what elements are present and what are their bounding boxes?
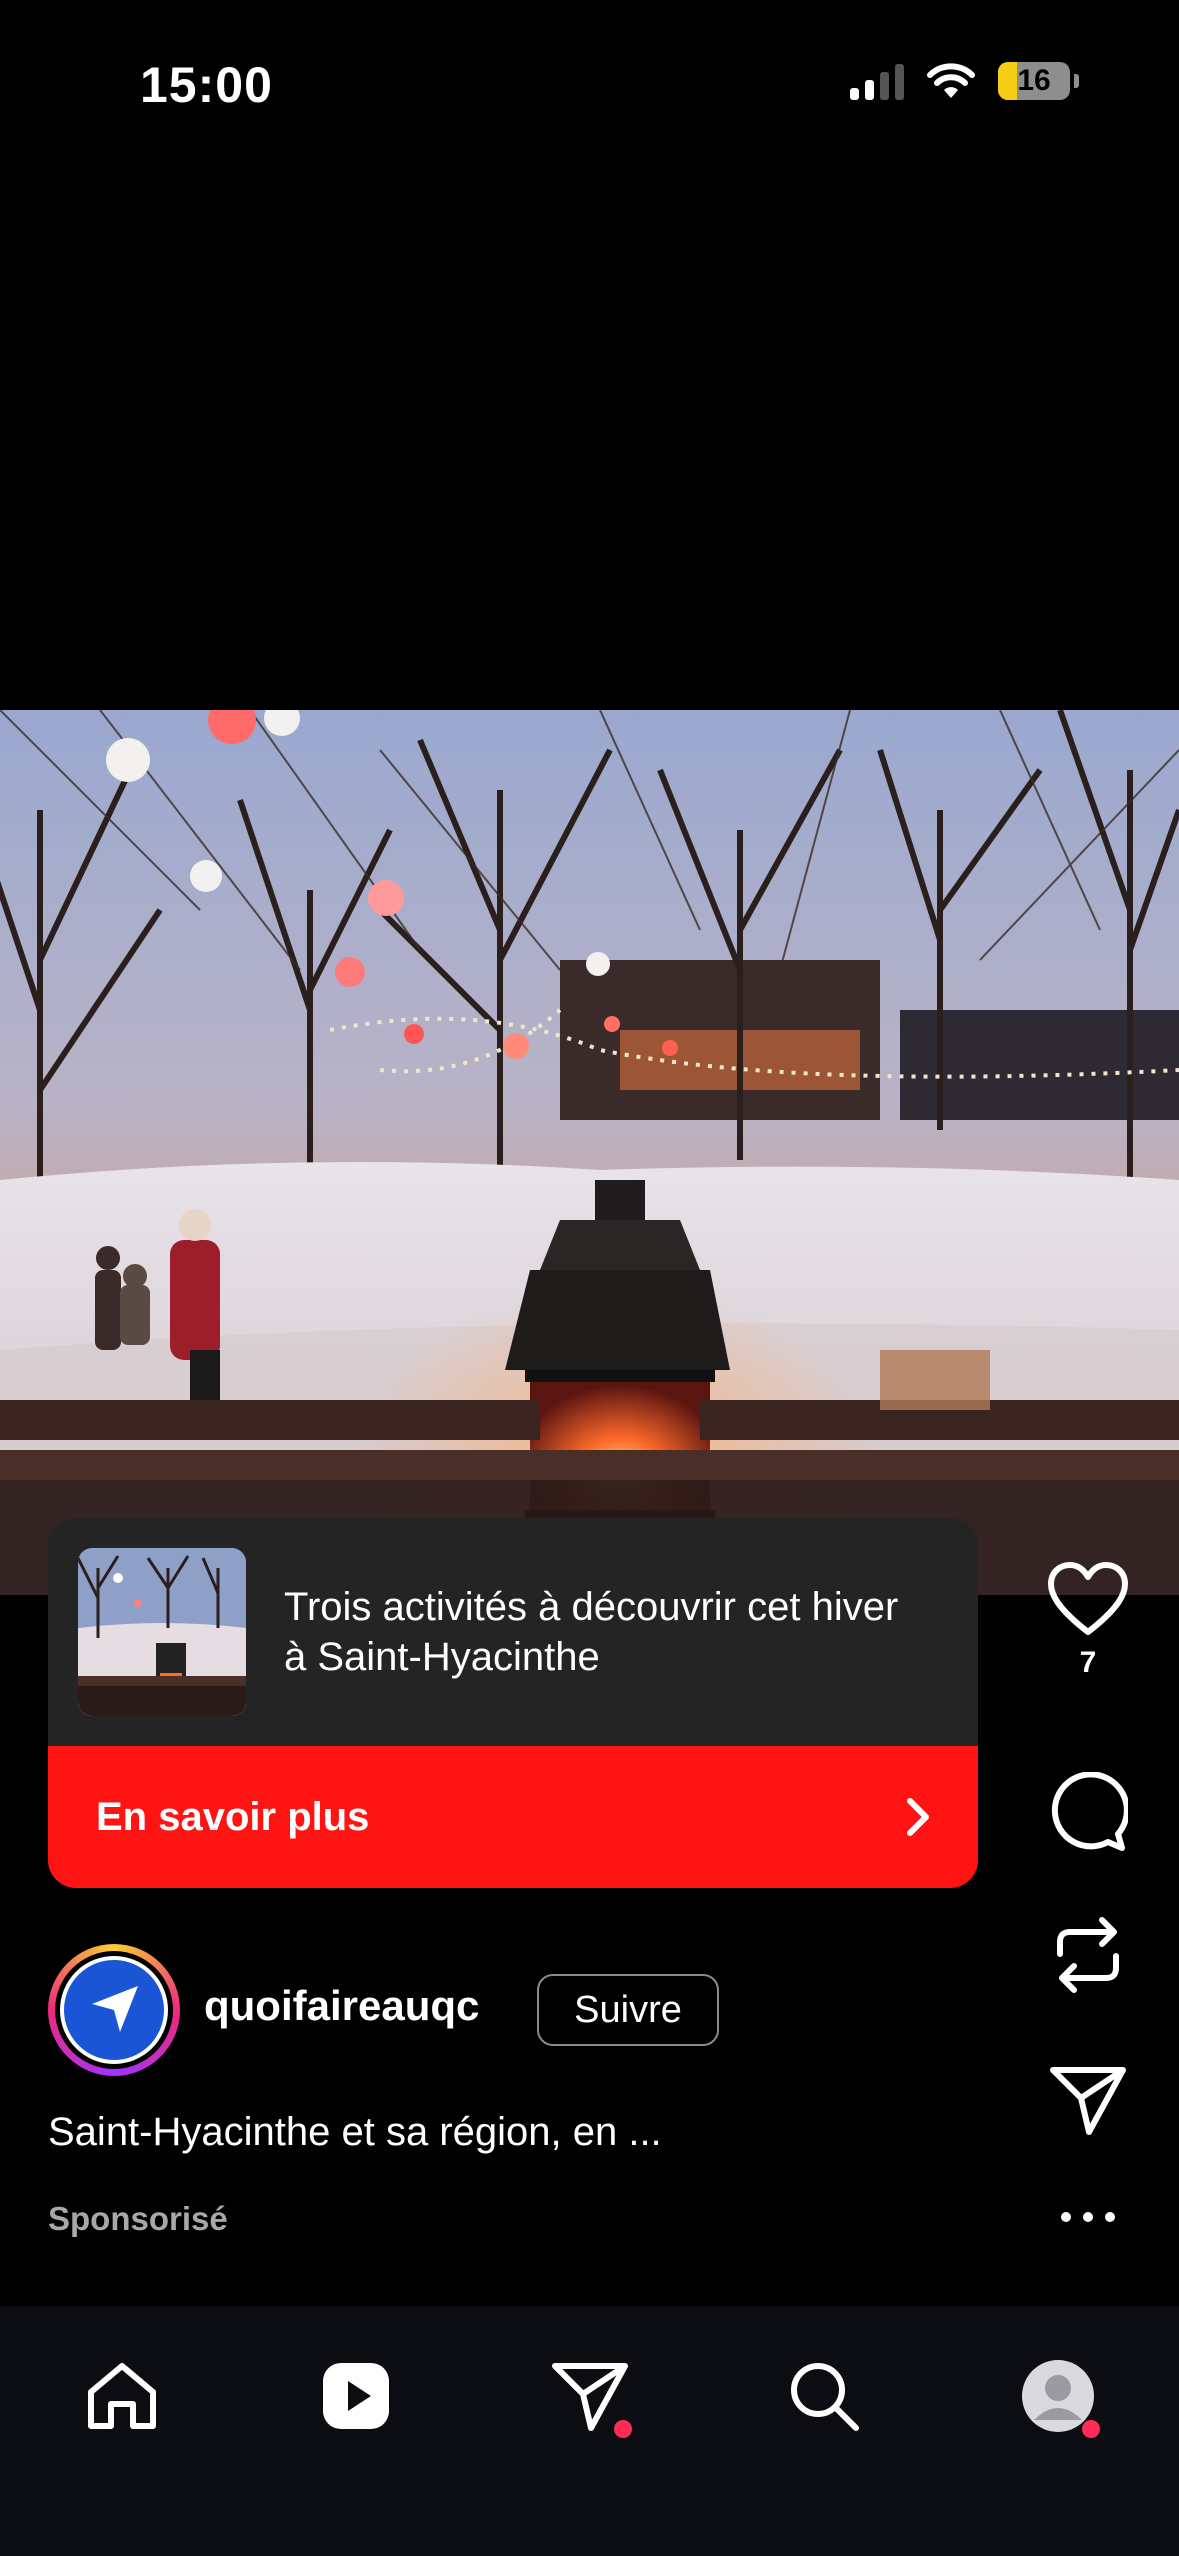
messages-notification-dot xyxy=(614,2420,632,2438)
battery-icon: 16 xyxy=(998,62,1070,100)
ad-card[interactable]: Trois activités à découvrir cet hiver à … xyxy=(48,1518,978,1888)
post-image[interactable] xyxy=(0,710,1179,1595)
ad-thumbnail[interactable] xyxy=(78,1548,246,1716)
learn-more-label: En savoir plus xyxy=(96,1794,370,1839)
chevron-right-icon xyxy=(907,1798,929,1836)
profile-icon[interactable] xyxy=(1010,2348,1106,2444)
like-count[interactable]: 7 xyxy=(1080,1646,1097,1680)
battery-level: 16 xyxy=(1017,64,1051,97)
sponsored-label: Sponsorisé xyxy=(48,2200,228,2237)
heart-icon[interactable] xyxy=(1047,1562,1129,1636)
follow-button[interactable]: Suivre xyxy=(537,1974,719,2046)
share-icon[interactable] xyxy=(1049,2064,1127,2136)
post-caption[interactable]: Saint-Hyacinthe et sa région, en ... xyxy=(48,2110,662,2155)
author-avatar[interactable] xyxy=(48,1944,180,2076)
reels-icon[interactable] xyxy=(308,2348,404,2444)
messages-icon[interactable] xyxy=(542,2348,638,2444)
ad-title[interactable]: Trois activités à découvrir cet hiver à … xyxy=(284,1582,924,1682)
profile-notification-dot xyxy=(1082,2420,1100,2438)
home-icon[interactable] xyxy=(74,2348,170,2444)
learn-more-button[interactable]: En savoir plus xyxy=(48,1746,978,1888)
like-action[interactable]: 7 xyxy=(1040,1562,1136,1680)
bottom-nav xyxy=(0,2306,1179,2556)
more-icon[interactable] xyxy=(1058,2210,1118,2224)
status-time: 15:00 xyxy=(140,57,273,113)
author-username[interactable]: quoifaireauqc xyxy=(204,1982,479,2030)
ad-header[interactable]: Trois activités à découvrir cet hiver à … xyxy=(48,1518,978,1746)
search-icon[interactable] xyxy=(776,2348,872,2444)
repost-icon[interactable] xyxy=(1050,1912,1126,1998)
wifi-icon xyxy=(927,63,975,98)
status-indicators: 16 xyxy=(850,62,1079,100)
comment-icon[interactable] xyxy=(1048,1772,1128,1852)
navigation-arrow-icon xyxy=(92,1986,138,2032)
signal-icon xyxy=(850,62,904,100)
